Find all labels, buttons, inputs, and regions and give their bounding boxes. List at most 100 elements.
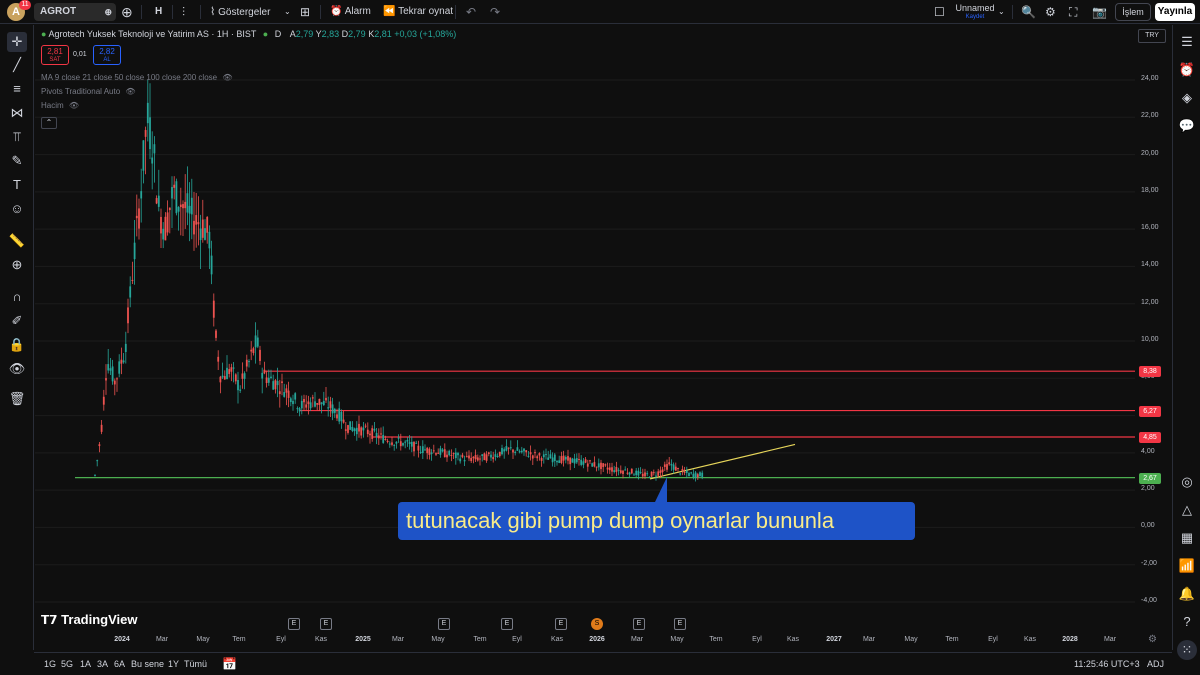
earnings-event-marker[interactable]: E [674,618,686,630]
tradingview-logo[interactable]: 𝗧𝟳 TradingView [41,612,138,627]
axis-settings-gear-icon[interactable]: ⚙ [1148,634,1157,645]
candle-body [635,470,638,476]
buy-button[interactable]: 2,82 AL [93,45,121,65]
publish-button[interactable]: Yayınla [1155,3,1195,21]
chart-pane[interactable]: ● Agrotech Yuksek Teknoloji ve Yatirim A… [35,25,1172,652]
text-tool-icon[interactable]: T [7,175,27,195]
candle-body [397,437,400,439]
broadcast-icon[interactable]: 📶 [1177,556,1197,576]
settings-gear-icon[interactable]: ⚙ [1045,0,1056,24]
eye-icon[interactable]: 👁 [7,359,27,379]
price-tick-label: -4,00 [1141,597,1157,604]
earnings-event-marker[interactable]: E [555,618,567,630]
adjust-toggle[interactable]: ADJ [1147,653,1164,675]
pattern-tool-icon[interactable]: ⋈ [7,103,27,123]
quick-search-icon[interactable]: 🔍 [1021,0,1036,24]
volume-visibility-eye-icon[interactable]: 👁 [69,101,79,110]
range-button[interactable]: Tümü [184,653,207,675]
calendar-icon[interactable]: ▦ [1177,528,1197,548]
target-icon[interactable]: ◎ [1177,472,1197,492]
layouts-grid-icon[interactable]: ⊞ [300,0,310,24]
undo-icon[interactable]: ↶ [466,0,476,24]
earnings-event-marker[interactable]: E [438,618,450,630]
trendline-tool-icon[interactable]: ╱ [7,55,27,75]
price-chart[interactable] [35,25,1172,652]
lock-drawing-icon[interactable]: ✐ [7,311,27,331]
notifications-bell-icon[interactable]: 🔔 [1177,584,1197,604]
forecast-tool-icon[interactable]: ⫪ [7,127,27,147]
candle-body [558,460,561,463]
fib-tool-icon[interactable]: ≡ [7,79,27,99]
fullscreen-icon[interactable]: ⛶ [1069,0,1077,24]
candle-body [355,427,358,435]
indicator-pivots[interactable]: Pivots Traditional Auto 👁 [41,87,136,96]
chart-annotation[interactable]: tutunacak gibi pump dump oynarlar bununl… [398,502,915,540]
candle-body [195,215,198,225]
magnet-icon[interactable]: ∩ [7,287,27,307]
range-button[interactable]: 1Y [168,653,179,675]
lock-icon[interactable]: 🔒 [7,335,27,355]
symbol-dropdown-icon[interactable]: ⊕ [104,3,112,21]
ma-visibility-eye-icon[interactable]: 👁 [222,73,232,82]
candle-body [547,457,550,460]
range-button[interactable]: 5G [61,653,73,675]
brush-tool-icon[interactable]: ✎ [7,151,27,171]
indicators-chevron-icon[interactable]: ⌄ [284,0,291,24]
candle-body [459,458,462,462]
clock-display[interactable]: 11:25:46 UTC+3 [1074,653,1140,675]
trash-icon[interactable]: 🗑 [7,389,27,409]
ideas-icon[interactable]: △ [1177,500,1197,520]
earnings-event-marker[interactable]: E [633,618,645,630]
add-symbol-icon[interactable]: ⊕ [121,0,133,24]
zoom-in-icon[interactable]: ⊕ [7,255,27,275]
time-tick-label: Mar [155,636,169,643]
camera-icon[interactable]: 📷 [1092,0,1107,24]
dividend-event-marker[interactable]: S [591,618,603,630]
range-button[interactable]: Bu sene [131,653,164,675]
help-icon[interactable]: ? [1177,612,1197,632]
layers-icon[interactable]: ◈ [1177,88,1197,108]
emoji-tool-icon[interactable]: ☺ [7,199,27,219]
watchlist-icon[interactable]: ☰ [1177,32,1197,52]
apps-grid-icon[interactable]: ⁙ [1177,640,1197,660]
price-tick-label: 20,00 [1141,149,1159,157]
interval-selector[interactable]: H [155,0,162,24]
candle-body [250,349,253,352]
alerts-clock-icon[interactable]: ⏰ [1177,60,1197,80]
trade-button[interactable]: İşlem [1115,3,1151,21]
candle-body [210,255,213,275]
range-button[interactable]: 1A [80,653,91,675]
indicator-ma[interactable]: MA 9 close 21 close 50 close 100 close 2… [41,73,233,82]
date-range-calendar-icon[interactable]: 📅 [222,653,237,675]
candle-body [672,464,675,470]
currency-selector[interactable]: TRY [1138,29,1166,43]
candle-body [151,157,154,164]
sell-button[interactable]: 2,81 SAT [41,45,69,65]
earnings-event-marker[interactable]: E [501,618,513,630]
collapse-legend-icon[interactable]: ⌃ [41,117,57,129]
candle-body [182,204,184,209]
alarm-button[interactable]: ⏰ Alarm [330,0,371,24]
layout-checkbox-icon[interactable]: ☐ [934,0,945,24]
layout-chevron-icon[interactable]: ⌄ [998,0,1005,24]
redo-icon[interactable]: ↷ [490,0,500,24]
candle-body [371,428,374,439]
layout-name[interactable]: Unnamed Kaydet [955,3,995,21]
earnings-event-marker[interactable]: E [320,618,332,630]
indicators-button[interactable]: ⌇ Göstergeler [210,0,270,24]
replay-button[interactable]: ⏪ Tekrar oynat [383,0,453,24]
indicator-volume[interactable]: Hacim 👁 [41,101,79,110]
range-button[interactable]: 1G [44,653,56,675]
range-button[interactable]: 6A [114,653,125,675]
range-button[interactable]: 3A [97,653,108,675]
candle-body [417,445,420,451]
crosshair-icon[interactable]: ✛ [7,32,27,52]
chart-title[interactable]: Agrotech Yuksek Teknoloji ve Yatirim AS … [48,29,256,39]
earnings-event-marker[interactable]: E [288,618,300,630]
ruler-tool-icon[interactable]: 📏 [7,231,27,251]
chat-icon[interactable]: 💬 [1177,116,1197,136]
candle-body [287,390,290,398]
pivots-visibility-eye-icon[interactable]: 👁 [125,87,135,96]
candle-type-icon[interactable]: ⫶ [182,0,185,24]
symbol-search[interactable]: AGROT ⊕ [34,3,116,21]
